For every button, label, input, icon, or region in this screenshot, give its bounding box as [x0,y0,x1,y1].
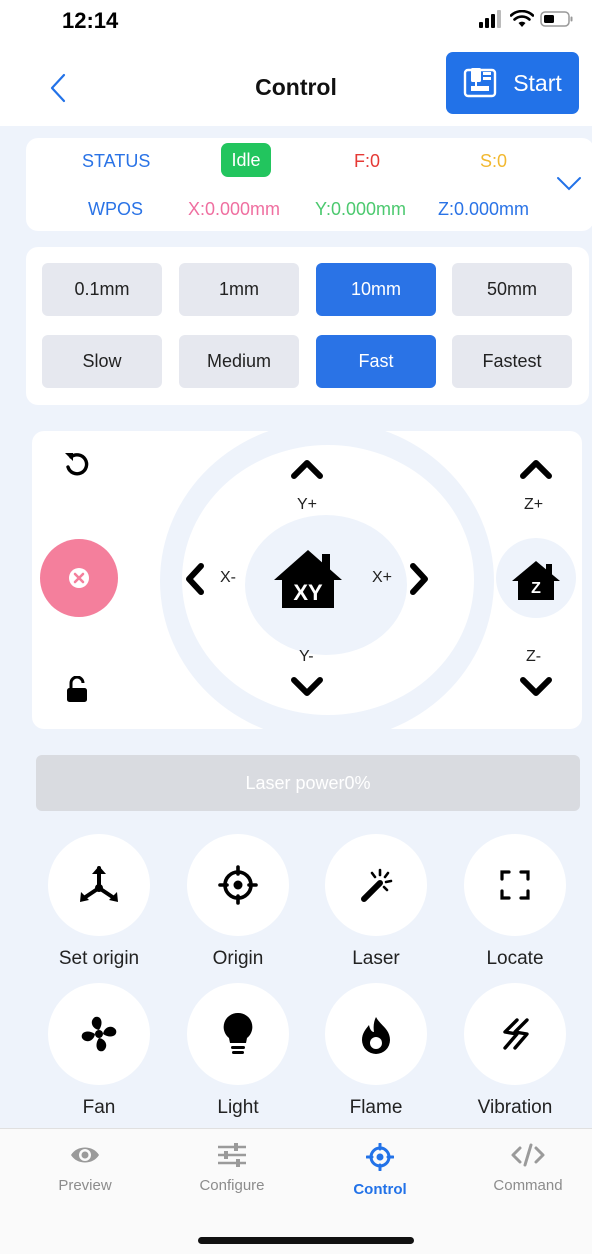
fan-button[interactable] [48,983,150,1085]
eye-icon [71,1147,99,1163]
z-plus-label: Z+ [524,496,544,513]
wpos-label: WPOS [88,199,144,219]
jog-x-plus-button[interactable] [408,562,430,596]
laser-label: Laser [352,948,400,969]
tab-configure[interactable]: Configure [172,1143,292,1194]
nav-bar: Control Start [0,44,592,126]
vibration-button[interactable] [464,983,566,1085]
tab-bar: Preview Configure Control Command [0,1128,592,1254]
home-z-label: Z [531,580,541,597]
start-button[interactable]: Start [446,52,579,114]
jog-x-minus-button[interactable] [184,562,206,596]
laser-power-slider[interactable]: Laser power0% [36,755,580,811]
emergency-stop-button[interactable] [40,539,118,617]
home-xy-button[interactable]: XY [270,546,346,612]
system-status-bar: 12:14 [0,0,592,44]
set-origin-icon [80,866,118,902]
lightbulb-icon [223,1012,253,1054]
code-icon [511,1143,545,1167]
speed-slow-button[interactable]: Slow [42,335,162,388]
chevron-down-icon[interactable] [556,176,582,192]
crosshair-icon [366,1143,394,1171]
engraver-icon [464,68,497,98]
locate-label: Locate [486,948,544,969]
tab-control-label: Control [353,1181,407,1198]
sliders-icon [218,1143,246,1167]
wifi-icon [510,10,534,27]
y-plus-label: Y+ [297,496,318,513]
speed-medium-button[interactable]: Medium [179,335,299,388]
origin-button[interactable] [187,834,289,936]
laser-power-label: Laser power0% [245,772,371,793]
set-origin-label: Set origin [58,948,140,969]
flame-label: Flame [349,1097,403,1118]
reset-icon[interactable] [62,449,92,479]
tab-configure-label: Configure [199,1177,265,1194]
frame-corners-icon [500,870,530,900]
signal-icon [479,10,501,28]
fan-icon [81,1016,117,1052]
status-label: STATUS [82,151,151,171]
flame-button[interactable] [325,983,427,1085]
light-label: Light [217,1097,259,1118]
step-10mm-button[interactable]: 10mm [316,263,436,316]
laser-button[interactable] [325,834,427,936]
close-circle-icon [69,568,89,588]
set-origin-button[interactable] [48,834,150,936]
wpos-y: Y:0.000mm [315,199,407,219]
tab-preview-label: Preview [58,1177,112,1194]
clock: 12:14 [62,8,119,33]
home-indicator [198,1237,414,1244]
jog-z-minus-button[interactable] [519,676,553,698]
locate-button[interactable] [464,834,566,936]
light-button[interactable] [187,983,289,1085]
tab-preview[interactable]: Preview [25,1143,145,1194]
z-minus-label: Z- [526,648,542,665]
jog-z-plus-button[interactable] [519,458,553,480]
tab-command[interactable]: Command [468,1143,588,1194]
flame-icon [362,1017,390,1054]
home-z-button[interactable]: Z [510,558,562,602]
system-icons [478,10,574,28]
vibration-label: Vibration [477,1097,553,1118]
status-badge: Idle [221,143,271,177]
wpos-z: Z:0.000mm [438,199,530,219]
unlock-icon[interactable] [65,676,91,704]
x-minus-label: X- [220,569,236,586]
magic-wand-icon [361,868,393,902]
jog-settings-panel: 0.1mm 1mm 10mm 50mm Slow Medium Fast Fas… [26,247,589,405]
tab-control[interactable]: Control [320,1143,440,1198]
step-50mm-button[interactable]: 50mm [452,263,572,316]
vibration-icon [503,1018,529,1050]
machine-status-panel: STATUS Idle F:0 S:0 WPOS X:0.000mm Y:0.0… [26,138,592,231]
home-xy-label: XY [293,580,323,605]
jog-y-plus-button[interactable] [290,458,324,480]
speed-fastest-button[interactable]: Fastest [452,335,572,388]
spindle-speed: S:0 [480,151,508,171]
back-button[interactable] [44,70,72,106]
battery-icon [540,11,573,27]
jog-control-panel: Y+ Y- X- X+ XY Z+ Z Z- [32,431,582,729]
step-0-1mm-button[interactable]: 0.1mm [42,263,162,316]
speed-fast-button[interactable]: Fast [316,335,436,388]
crosshair-icon [218,865,258,905]
fan-label: Fan [82,1097,116,1118]
step-1mm-button[interactable]: 1mm [179,263,299,316]
start-button-label: Start [513,69,562,96]
y-minus-label: Y- [299,648,314,665]
tab-command-label: Command [493,1177,563,1194]
chevron-left-icon [50,73,66,103]
jog-y-minus-button[interactable] [290,676,324,698]
wpos-x: X:0.000mm [188,199,281,219]
x-plus-label: X+ [372,569,393,586]
feed-rate: F:0 [354,151,381,171]
origin-label: Origin [212,948,264,969]
